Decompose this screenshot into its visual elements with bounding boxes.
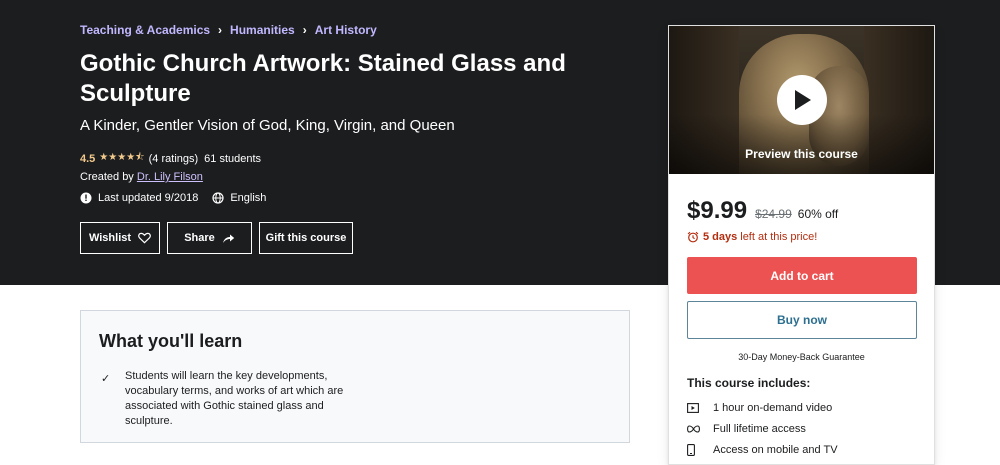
- last-updated: Last updated 9/2018: [80, 192, 198, 204]
- language-text: English: [230, 192, 267, 204]
- wishlist-button[interactable]: Wishlist: [80, 222, 160, 254]
- last-updated-text: Last updated 9/2018: [98, 192, 199, 204]
- learn-item: Students will learn the key developments…: [125, 370, 344, 427]
- buy-now-button[interactable]: Buy now: [687, 301, 917, 339]
- share-button[interactable]: Share: [167, 222, 252, 254]
- alert-badge-icon: [80, 192, 92, 204]
- add-to-cart-button[interactable]: Add to cart: [687, 257, 917, 294]
- includes-title: This course includes:: [687, 376, 811, 390]
- breadcrumb-humanities[interactable]: Humanities: [230, 23, 295, 37]
- star-rating-icon: ★★★★⯪: [99, 152, 145, 163]
- timer-text: left at this price!: [740, 231, 818, 243]
- alarm-clock-icon: [687, 231, 699, 243]
- discount-percent: 60% off: [797, 207, 839, 221]
- heart-icon: [138, 232, 151, 244]
- preview-label[interactable]: Preview this course: [669, 147, 934, 161]
- includes-item: 1 hour on-demand video: [687, 402, 832, 414]
- breadcrumb-art-history[interactable]: Art History: [315, 23, 377, 37]
- play-icon[interactable]: [777, 75, 827, 125]
- current-price: $9.99: [687, 197, 748, 224]
- rating-value: 4.5: [80, 152, 96, 165]
- includes-item: Full lifetime access: [687, 423, 806, 435]
- price-timer: 5 days left at this price!: [687, 231, 817, 243]
- created-by: Created by Dr. Lily Filson: [80, 171, 203, 183]
- original-price: $24.99: [755, 207, 792, 221]
- language: English: [212, 192, 266, 204]
- students-count: 61 students: [204, 152, 262, 165]
- purchase-sidebar: Preview this course $9.99 $24.99 60% off…: [668, 25, 935, 465]
- breadcrumb-teaching-academics[interactable]: Teaching & Academics: [80, 23, 210, 37]
- share-label: Share: [184, 232, 215, 244]
- infinity-icon: [687, 425, 713, 433]
- created-by-label: Created by: [80, 171, 134, 183]
- course-preview[interactable]: Preview this course: [669, 26, 934, 174]
- gift-label: Gift this course: [265, 232, 347, 244]
- chevron-right-icon: ›: [302, 23, 307, 37]
- check-icon: ✓: [101, 373, 111, 385]
- video-icon: [687, 403, 713, 413]
- wishlist-label: Wishlist: [88, 232, 132, 244]
- share-arrow-icon: [222, 234, 234, 243]
- gift-course-button[interactable]: Gift this course: [259, 222, 353, 254]
- rating-count-link[interactable]: (4 ratings): [149, 153, 199, 165]
- timer-days: 5 days: [703, 231, 738, 243]
- course-title: Gothic Church Artwork: Stained Glass and…: [80, 50, 566, 107]
- rating-row: 4.5 ★★★★⯪ (4 ratings) 61 students: [80, 150, 261, 167]
- instructor-link[interactable]: Dr. Lily Filson: [137, 171, 203, 183]
- chevron-right-icon: ›: [218, 23, 223, 37]
- price-row: $9.99 $24.99 60% off: [687, 197, 838, 225]
- course-meta: Last updated 9/2018 English: [80, 192, 280, 204]
- course-actions: Wishlist Share Gift this course: [80, 222, 360, 254]
- includes-item: Access on mobile and TV: [687, 444, 838, 456]
- what-youll-learn: What you'll learn ✓ Students will learn …: [80, 310, 630, 443]
- learn-heading: What you'll learn: [99, 331, 243, 351]
- money-back-guarantee: 30-Day Money-Back Guarantee: [738, 352, 865, 362]
- course-subtitle: A Kinder, Gentler Vision of God, King, V…: [80, 117, 455, 134]
- includes-item-label: Full lifetime access: [713, 423, 806, 435]
- includes-item-label: Access on mobile and TV: [713, 444, 838, 456]
- includes-item-label: 1 hour on-demand video: [713, 402, 833, 414]
- mobile-icon: [687, 444, 713, 456]
- breadcrumb: Teaching & Academics › Humanities › Art …: [80, 23, 377, 37]
- globe-icon: [212, 192, 224, 204]
